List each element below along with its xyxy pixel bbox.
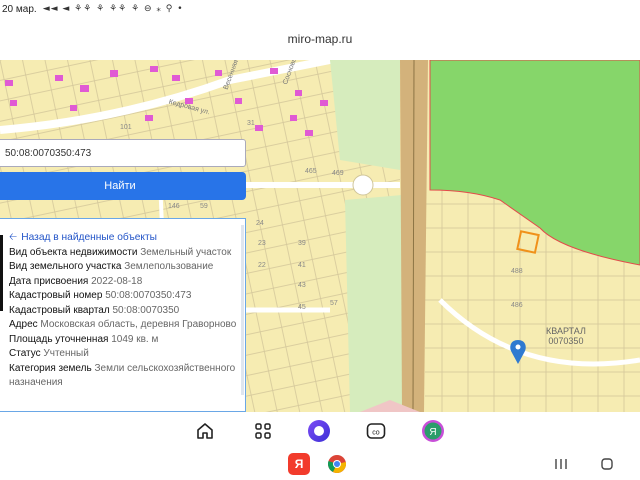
lot-number: 45 — [298, 304, 306, 311]
recent-apps-icon[interactable] — [551, 455, 571, 473]
object-info-panel: 🡠 Назад в найденные объекты Вид объекта … — [0, 218, 246, 412]
lot-number: 488 — [511, 268, 523, 275]
info-row: Площадь уточненная 1049 кв. м — [9, 333, 245, 348]
lot-number: 465 — [305, 168, 317, 175]
alice-assistant-icon[interactable] — [307, 419, 331, 443]
info-row: Кадастровый квартал 50:08:0070350 — [9, 304, 245, 319]
info-rows: Вид объекта недвижимости Земельный участ… — [9, 246, 245, 391]
info-row-key: Вид объекта недвижимости — [9, 246, 138, 258]
browser-navbar: co Я — [0, 412, 640, 450]
info-row-key: Кадастровый номер — [9, 290, 103, 301]
info-row-value: Московская область, деревня Граворново — [40, 319, 237, 330]
info-row-key: Дата присвоения — [9, 275, 89, 287]
info-row-key: Статус — [9, 348, 41, 359]
lot-number: 41 — [298, 262, 306, 269]
yandex-app-icon[interactable]: Я — [288, 453, 310, 475]
info-row-key: Площадь уточненная — [9, 333, 109, 345]
lot-number: 43 — [298, 282, 306, 289]
info-row-value: 1049 кв. м — [111, 333, 159, 345]
svg-text:Я: Я — [429, 427, 436, 438]
status-bar: 20 мар. ◄◄ ◄ ⚘⚘ ⚘ ⚘⚘ ⚘ ⊖ ⁎ ⚲ • — [0, 0, 640, 18]
lot-number: 31 — [247, 120, 255, 127]
back-arrow-icon: 🡠 — [9, 232, 18, 243]
cadastral-search-input[interactable]: 50:08:0070350:473 — [0, 139, 246, 167]
url-text: miro-map.ru — [287, 32, 353, 46]
info-row-key: Адрес — [9, 319, 38, 330]
lot-number: 59 — [200, 203, 208, 210]
svg-text:co: co — [372, 430, 380, 437]
info-row: Дата присвоения 2022-08-18 — [9, 275, 245, 290]
system-navbar: Я — [0, 450, 640, 480]
lot-number: 23 — [258, 240, 266, 247]
info-row: Адрес Московская область, деревня Гравор… — [9, 318, 245, 333]
info-row: Категория земель Земли сельскохозяйствен… — [9, 362, 245, 391]
lot-number: 39 — [298, 240, 306, 247]
home-icon[interactable] — [194, 420, 216, 442]
info-row-value: Учтенный — [43, 348, 89, 359]
back-link-label: Назад в найденные объекты — [21, 232, 157, 243]
home-circle-icon[interactable] — [597, 455, 617, 473]
info-row: Вид земельного участка Землепользование — [9, 260, 245, 275]
info-row: Вид объекта недвижимости Земельный участ… — [9, 246, 245, 261]
info-row-value: Землепользование — [124, 261, 214, 272]
lot-number: 101 — [120, 124, 132, 131]
info-row-value: 2022-08-18 — [91, 275, 143, 287]
info-row-value: 50:08:0070350:473 — [105, 290, 192, 301]
status-icons: ◄◄ ◄ ⚘⚘ ⚘ ⚘⚘ ⚘ ⊖ ⁎ ⚲ • — [42, 4, 184, 14]
lot-number: 469 — [332, 170, 344, 177]
info-row: Статус Учтенный — [9, 347, 245, 362]
lot-number: 146 — [168, 203, 180, 210]
find-button[interactable]: Найти — [0, 172, 246, 200]
address-bar[interactable]: miro-map.ru — [0, 18, 640, 60]
apps-grid-icon[interactable] — [252, 420, 274, 442]
chrome-icon[interactable] — [326, 453, 348, 475]
lot-number: 22 — [258, 262, 266, 269]
screen: 20 мар. ◄◄ ◄ ⚘⚘ ⚘ ⚘⚘ ⚘ ⊖ ⁎ ⚲ • miro-map.… — [0, 0, 640, 480]
quarter-label-title: КВАРТАЛ — [546, 326, 586, 336]
status-time: 20 мар. — [2, 3, 37, 15]
info-row-value: 50:08:0070350 — [112, 304, 180, 316]
panel-scrollbar[interactable] — [241, 225, 244, 395]
lot-number: 24 — [256, 220, 264, 227]
lot-number: 486 — [511, 302, 523, 309]
tabs-icon[interactable]: co — [365, 420, 387, 442]
info-row-key: Вид земельного участка — [9, 261, 122, 272]
quarter-label: КВАРТАЛ 0070350 — [546, 326, 586, 346]
info-row: Кадастровый номер 50:08:0070350:473 — [9, 289, 245, 304]
yandex-profile-icon[interactable]: Я — [421, 419, 445, 443]
quarter-label-number: 0070350 — [548, 336, 584, 346]
panel-edge-marker — [0, 235, 3, 311]
back-link[interactable]: 🡠 Назад в найденные объекты — [9, 231, 245, 246]
info-row-key: Кадастровый квартал — [9, 304, 110, 316]
info-row-value: Земельный участок — [140, 246, 232, 258]
info-row-key: Категория земель — [9, 362, 92, 374]
lot-number: 57 — [330, 300, 338, 307]
